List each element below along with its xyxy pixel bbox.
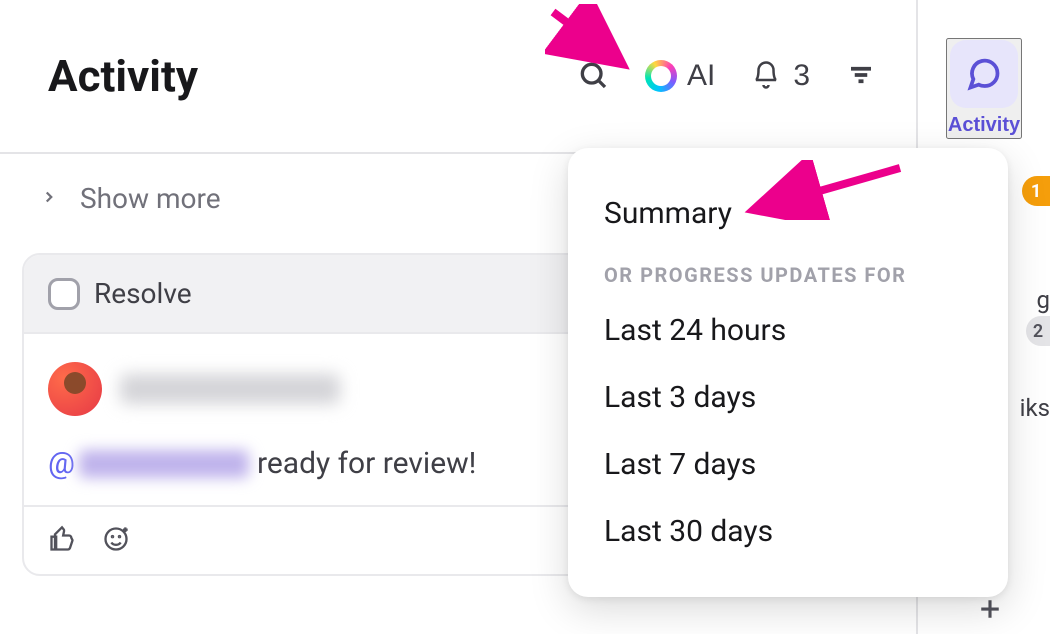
peek-text-1: g [1037, 286, 1050, 314]
notifications-button[interactable]: 3 [751, 59, 810, 93]
count-badge-grey: 2 [1026, 316, 1050, 346]
header: Activity AI 3 [0, 0, 916, 154]
add-reaction-button[interactable] [102, 525, 130, 556]
ai-label: AI [687, 59, 715, 93]
dropdown-item-summary[interactable]: Summary [568, 180, 1008, 247]
header-actions: AI 3 [577, 59, 876, 94]
emoji-add-icon [102, 525, 130, 556]
comment-remainder: ready for review! [257, 446, 476, 481]
resolve-label: Resolve [94, 277, 192, 310]
mention-prefix: @ [48, 446, 75, 481]
dropdown-item-30d[interactable]: Last 30 days [568, 498, 1008, 565]
ai-dropdown: Summary OR PROGRESS UPDATES FOR Last 24 … [568, 148, 1008, 597]
dropdown-section-header: OR PROGRESS UPDATES FOR [568, 247, 1008, 297]
tab-activity[interactable]: Activity [946, 38, 1022, 139]
notification-count: 3 [793, 59, 810, 93]
mention-redacted[interactable] [79, 450, 249, 478]
dropdown-item-3d[interactable]: Last 3 days [568, 364, 1008, 431]
show-more-label: Show more [80, 182, 221, 215]
author-name-redacted [120, 374, 340, 404]
ai-button[interactable]: AI [645, 59, 715, 93]
resolve-checkbox[interactable] [48, 278, 80, 310]
peek-text-2: iks [1020, 394, 1050, 422]
bell-icon [751, 60, 781, 93]
filter-icon [846, 60, 876, 93]
search-button[interactable] [577, 59, 609, 94]
tab-activity-label: Activity [948, 114, 1020, 137]
search-icon [577, 59, 609, 94]
chat-icon [950, 40, 1018, 108]
page-title: Activity [48, 50, 198, 102]
like-button[interactable] [48, 525, 76, 556]
resolve-group: Resolve [48, 277, 192, 310]
thumbs-up-icon [48, 525, 76, 556]
dropdown-item-24h[interactable]: Last 24 hours [568, 297, 1008, 364]
ai-orb-icon [645, 60, 677, 92]
plus-icon [975, 594, 1005, 627]
notification-badge-orange: 1 [1022, 176, 1050, 206]
avatar[interactable] [48, 362, 102, 416]
chevron-right-icon [40, 188, 58, 210]
filter-button[interactable] [846, 60, 876, 93]
dropdown-item-7d[interactable]: Last 7 days [568, 431, 1008, 498]
